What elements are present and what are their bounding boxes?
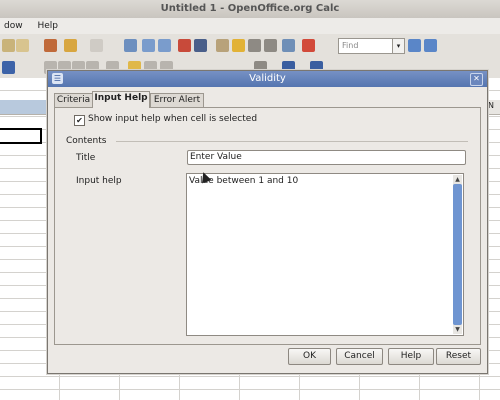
scroll-thumb[interactable]	[453, 184, 462, 325]
tab-input-help-label: Input Help	[94, 93, 148, 103]
standard-toolbar: Find ▾	[0, 34, 500, 59]
help-icon[interactable]	[282, 39, 295, 52]
selected-cell[interactable]	[0, 128, 42, 144]
scroll-up-icon[interactable]: ▲	[453, 175, 462, 184]
menu-window[interactable]: dow	[4, 21, 23, 31]
sort-descending-icon[interactable]	[158, 39, 171, 52]
find-dropdown-icon[interactable]: ▾	[392, 38, 405, 54]
tab-criteria-label: Criteria	[56, 95, 91, 105]
navigator-icon[interactable]	[216, 39, 229, 52]
contents-section-label: Contents	[66, 136, 107, 146]
title-label: Title	[76, 153, 96, 163]
hyperlink-icon[interactable]	[124, 39, 137, 52]
undo-icon[interactable]	[64, 39, 77, 52]
tab-input-help[interactable]: Input Help	[92, 91, 150, 108]
find-input[interactable]: Find	[338, 38, 397, 54]
font-color-icon[interactable]	[2, 61, 15, 74]
zoom-icon[interactable]	[264, 39, 277, 52]
help-button[interactable]: Help	[388, 348, 434, 365]
tab-criteria[interactable]: Criteria	[54, 93, 93, 107]
selected-column-header[interactable]	[0, 100, 52, 114]
find-previous-icon[interactable]	[424, 39, 437, 52]
edit-icon[interactable]	[44, 39, 57, 52]
help-button-label: Help	[400, 351, 422, 361]
menubar: dow Help	[0, 18, 500, 34]
datasources-icon[interactable]	[248, 39, 261, 52]
dialog-titlebar[interactable]: Validity	[48, 71, 487, 87]
close-doc-icon[interactable]	[302, 39, 315, 52]
dialog-title: Validity	[249, 73, 286, 84]
reset-button[interactable]: Reset	[436, 348, 481, 365]
validity-dialog: Validity ☰ ✕ Criteria Input Help Error A…	[47, 70, 488, 374]
ok-button[interactable]: OK	[288, 348, 331, 365]
redo-icon[interactable]	[90, 39, 103, 52]
paste-icon[interactable]	[16, 39, 29, 52]
gallery-icon[interactable]	[232, 39, 245, 52]
find-next-icon[interactable]	[408, 39, 421, 52]
show-input-help-label[interactable]: Show input help when cell is selected	[88, 114, 257, 124]
open-icon[interactable]	[2, 39, 15, 52]
close-icon[interactable]: ✕	[470, 73, 483, 86]
reset-button-label: Reset	[445, 351, 472, 361]
title-input[interactable]: Enter Value	[187, 150, 466, 165]
section-divider	[116, 141, 468, 142]
draw-icon[interactable]	[194, 39, 207, 52]
show-input-help-checkbox[interactable]: ✔	[74, 115, 85, 126]
menu-help[interactable]: Help	[37, 21, 58, 31]
input-help-label: Input help	[76, 176, 122, 186]
tab-error-alert-label: Error Alert	[153, 95, 201, 105]
window-titlebar: Untitled 1 - OpenOffice.org Calc	[0, 0, 500, 19]
sort-ascending-icon[interactable]	[142, 39, 155, 52]
textarea-scrollbar[interactable]: ▲ ▼	[453, 175, 462, 334]
tab-error-alert[interactable]: Error Alert	[150, 93, 204, 107]
chart-icon[interactable]	[178, 39, 191, 52]
cancel-button[interactable]: Cancel	[336, 348, 383, 365]
column-label[interactable]: N	[488, 101, 494, 110]
cancel-button-label: Cancel	[344, 351, 375, 361]
scroll-down-icon[interactable]: ▼	[453, 325, 462, 334]
dialog-menu-icon[interactable]: ☰	[52, 73, 63, 84]
input-help-textarea[interactable]: Value between 1 and 10 ▲ ▼	[186, 173, 464, 336]
ok-button-label: OK	[303, 351, 316, 361]
window-title: Untitled 1 - OpenOffice.org Calc	[160, 3, 340, 14]
